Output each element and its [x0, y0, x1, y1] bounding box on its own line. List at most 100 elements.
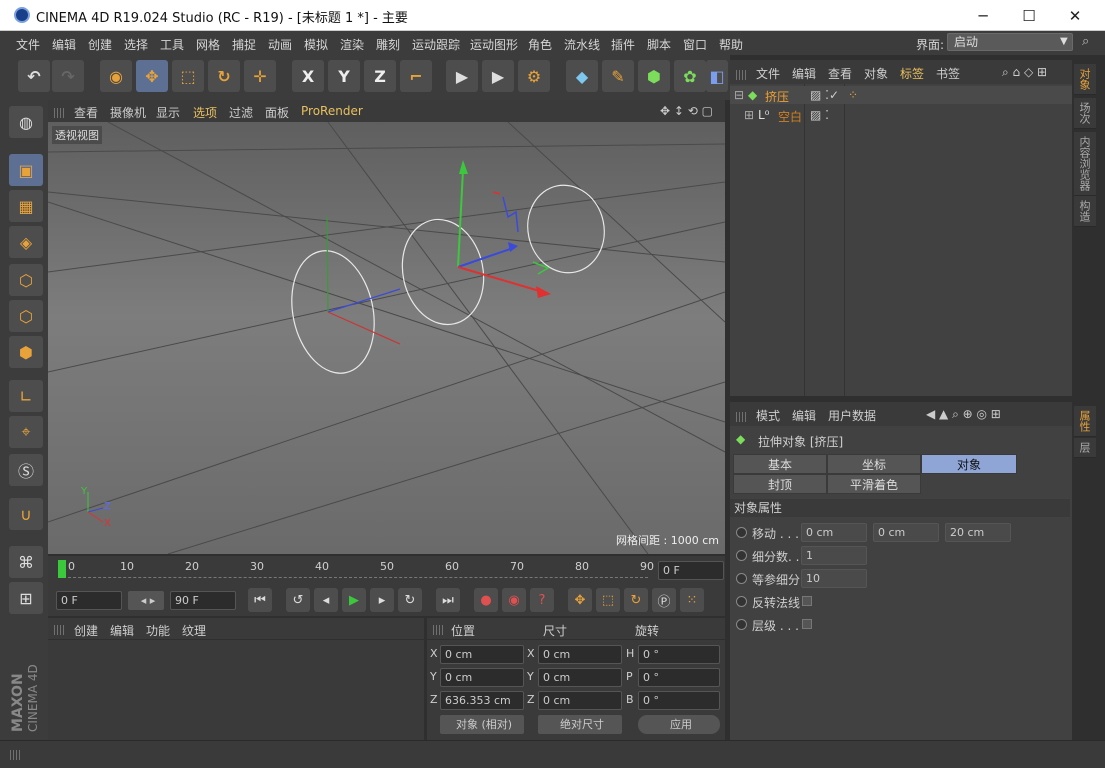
viewport-nav-icons[interactable]: ✥ ↕ ⟲ ▢	[660, 104, 713, 118]
z-axis-lock-button[interactable]: Z	[364, 60, 396, 92]
position-x-field[interactable]: 0 cm	[440, 645, 524, 664]
movement-z-field[interactable]: 20 cm	[945, 523, 1011, 542]
attr-menu-userdata[interactable]: 用户数据	[828, 407, 876, 424]
viewport-menu-display[interactable]: 显示	[156, 104, 180, 121]
size-z-field[interactable]: 0 cm	[538, 691, 622, 710]
subdivision-icon[interactable]: ⬢	[638, 60, 670, 92]
material-menu-function[interactable]: 功能	[146, 622, 170, 639]
menu-select[interactable]: 选择	[124, 36, 148, 53]
menu-motion-tracking[interactable]: 运动跟踪	[412, 36, 460, 53]
start-frame-field[interactable]: 0 F	[56, 591, 122, 610]
rtab-attributes[interactable]: 属性	[1074, 406, 1096, 437]
anim-radio[interactable]	[736, 596, 747, 607]
x-axis-lock-button[interactable]: X	[292, 60, 324, 92]
isoparm-field[interactable]: 10	[801, 569, 867, 588]
frame-stepper[interactable]: ◂ ▸	[128, 591, 164, 610]
previous-key-icon[interactable]: ↺	[286, 588, 310, 612]
move-tool-icon[interactable]: ✥	[136, 60, 168, 92]
make-editable-icon[interactable]: ◍	[9, 106, 43, 138]
viewport-menu-prorender[interactable]: ProRender	[301, 104, 363, 118]
tab-object[interactable]: 对象	[921, 454, 1017, 474]
auto-keying-icon[interactable]: ◉	[502, 588, 526, 612]
flip-normals-checkbox[interactable]	[802, 596, 812, 606]
attr-nav-icons[interactable]: ◀ ▲ ⌕ ⊕ ◎ ⊞	[926, 407, 1001, 422]
model-mode-icon[interactable]: ▣	[9, 154, 43, 186]
menu-plugins[interactable]: 插件	[611, 36, 635, 53]
anim-radio[interactable]	[736, 619, 747, 630]
object-menu-file[interactable]: 文件	[756, 65, 780, 82]
rtab-layers[interactable]: 层	[1074, 438, 1096, 458]
menu-character[interactable]: 角色	[528, 36, 552, 53]
lock-workplane-icon[interactable]: ⌘	[9, 546, 43, 578]
attr-menu-edit[interactable]: 编辑	[792, 407, 816, 424]
menu-tools[interactable]: 工具	[160, 36, 184, 53]
viewport-menu-view[interactable]: 查看	[74, 104, 98, 121]
texture-mode-icon[interactable]: ▦	[9, 190, 43, 222]
material-menu-create[interactable]: 创建	[74, 622, 98, 639]
key-rotation-icon[interactable]: ↻	[624, 588, 648, 612]
transform-tool-icon[interactable]: ✛	[244, 60, 276, 92]
menu-script[interactable]: 脚本	[647, 36, 671, 53]
solo-icon[interactable]: Ⓢ	[9, 454, 43, 486]
tab-phong[interactable]: 平滑着色(Phong)	[827, 474, 921, 512]
object-manager-tools-icon[interactable]: ⌕ ⌂ ◇ ⊞	[1002, 65, 1047, 80]
viewport-menu-camera[interactable]: 摄像机	[110, 104, 146, 121]
polygons-mode-icon[interactable]: ⬢	[9, 336, 43, 368]
position-z-field[interactable]: 636.353 cm	[440, 691, 524, 710]
menu-create[interactable]: 创建	[88, 36, 112, 53]
material-menu-edit[interactable]: 编辑	[110, 622, 134, 639]
tab-basic[interactable]: 基本	[733, 454, 827, 474]
menu-sculpt[interactable]: 雕刻	[376, 36, 400, 53]
tag-icon[interactable]: ⁘	[848, 88, 858, 102]
key-scale-icon[interactable]: ⬚	[596, 588, 620, 612]
layout-select[interactable]: 启动	[947, 33, 1073, 51]
viewport-menu-panel[interactable]: 面板	[265, 104, 289, 121]
apply-button[interactable]: 应用	[638, 715, 720, 734]
rtab-takes[interactable]: 场次	[1074, 98, 1096, 129]
pen-spline-icon[interactable]: ✎	[602, 60, 634, 92]
object-row-extrude[interactable]: ⊟ ◆ 挤压 ▨ ⁚✓ ⁘	[730, 86, 1072, 104]
rotation-p-field[interactable]: 0 °	[638, 668, 720, 687]
rtab-content-browser[interactable]: 内容浏览器	[1074, 132, 1096, 196]
perspective-viewport[interactable]: 透视视图 Y Z X 网格间距 : 1000 cm	[48, 122, 725, 554]
go-to-end-icon[interactable]: ⏭	[436, 588, 460, 612]
hierarchical-checkbox[interactable]	[802, 619, 812, 629]
edges-mode-icon[interactable]: ⬡	[9, 300, 43, 332]
menu-pipeline[interactable]: 流水线	[564, 36, 600, 53]
cloner-icon[interactable]: ✿	[674, 60, 706, 92]
current-frame-field[interactable]: 0 F	[658, 561, 724, 580]
cube-object-icon[interactable]: ◆	[566, 60, 598, 92]
object-row-null[interactable]: ⊞ L⁰ 空白 ▨ ⁚	[730, 106, 1072, 124]
size-y-field[interactable]: 0 cm	[538, 668, 622, 687]
axis-mode-icon[interactable]: ∟	[9, 380, 43, 412]
menu-simulate[interactable]: 模拟	[304, 36, 328, 53]
rtab-objects[interactable]: 对象	[1074, 64, 1096, 95]
anim-radio[interactable]	[736, 527, 747, 538]
coord-mode-dropdown[interactable]: 对象 (相对)	[440, 715, 524, 734]
object-menu-tags[interactable]: 标签	[900, 65, 924, 82]
keyframe-selection-icon[interactable]: ?	[530, 588, 554, 612]
timeline[interactable]: 0 10 20 30 40 50 60 70 80 90 0 F	[48, 556, 725, 586]
movement-x-field[interactable]: 0 cm	[801, 523, 867, 542]
go-to-start-icon[interactable]: ⏮	[248, 588, 272, 612]
size-x-field[interactable]: 0 cm	[538, 645, 622, 664]
viewport-menu-options[interactable]: 选项	[193, 104, 217, 121]
menu-window[interactable]: 窗口	[683, 36, 707, 53]
menu-edit[interactable]: 编辑	[52, 36, 76, 53]
key-point-level-icon[interactable]: ⁙	[680, 588, 704, 612]
scale-tool-icon[interactable]: ⬚	[172, 60, 204, 92]
anim-radio[interactable]	[736, 550, 747, 561]
size-mode-dropdown[interactable]: 绝对尺寸	[538, 715, 622, 734]
key-position-icon[interactable]: ✥	[568, 588, 592, 612]
record-keys-icon[interactable]: ●	[474, 588, 498, 612]
tab-caps[interactable]: 封顶	[733, 474, 827, 494]
close-button[interactable]: ✕	[1052, 0, 1098, 31]
menu-help[interactable]: 帮助	[719, 36, 743, 53]
object-menu-edit[interactable]: 编辑	[792, 65, 816, 82]
rtab-structure[interactable]: 构造	[1074, 196, 1096, 227]
previous-frame-icon[interactable]: ◂	[314, 588, 338, 612]
minimize-button[interactable]: ─	[960, 0, 1006, 31]
menu-file[interactable]: 文件	[16, 36, 40, 53]
y-axis-lock-button[interactable]: Y	[328, 60, 360, 92]
deformer-icon[interactable]: ◧	[706, 60, 728, 92]
